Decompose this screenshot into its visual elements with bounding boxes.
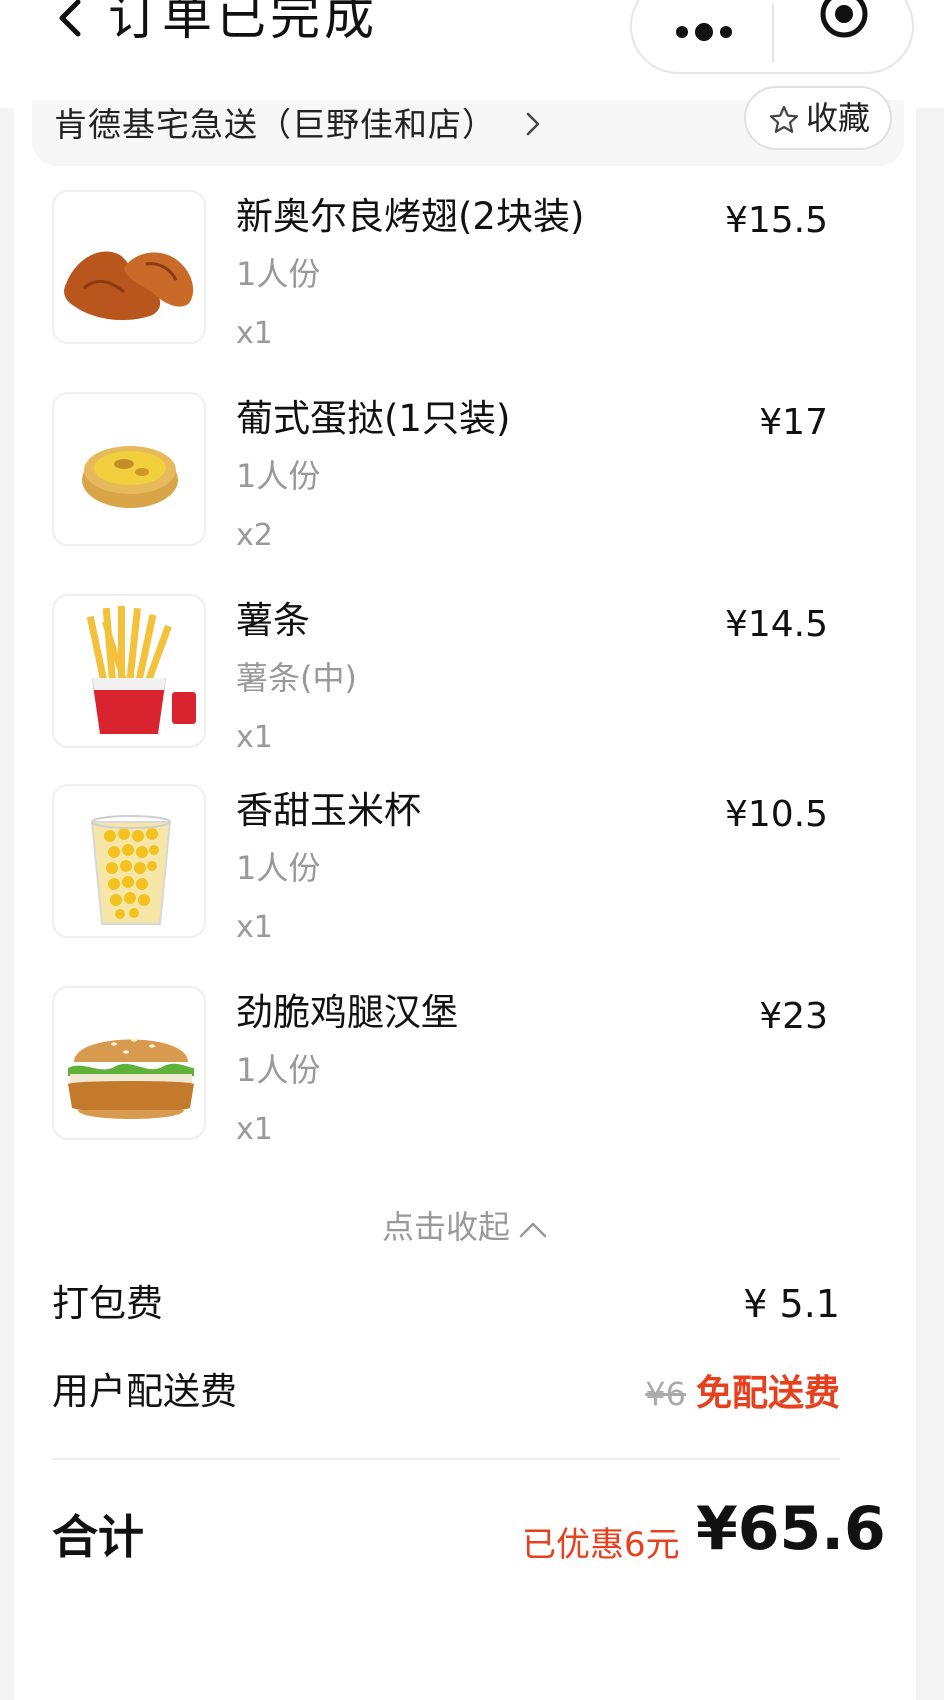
- store-name[interactable]: 肯德基宅急送（巨野佳和店）: [54, 100, 496, 150]
- product-name: 香甜玉米杯: [236, 789, 421, 832]
- product-price: ¥15.5: [724, 200, 828, 241]
- product-quantity: x1: [236, 910, 273, 945]
- product-spec: 1人份: [236, 457, 321, 495]
- chicken-wings-icon: [64, 251, 194, 321]
- close-miniprogram-icon[interactable]: [816, 0, 872, 42]
- list-item[interactable]: 薯条 薯条(中) x1 ¥14.5: [14, 594, 916, 755]
- product-price: ¥17: [759, 402, 828, 443]
- product-quantity: x2: [236, 518, 273, 553]
- total-label: 合计: [52, 1510, 144, 1564]
- total-amount: ¥65.6: [696, 1494, 886, 1564]
- product-name: 薯条: [236, 599, 310, 642]
- list-item[interactable]: 香甜玉米杯 1人份 x1 ¥10.5: [14, 784, 916, 945]
- store-header[interactable]: 肯德基宅急送（巨野佳和店） 收藏: [32, 86, 904, 166]
- chevron-up-icon: [519, 1222, 547, 1238]
- mini-program-capsule: [630, 0, 914, 74]
- product-name: 劲脆鸡腿汉堡: [236, 991, 458, 1034]
- product-price: ¥23: [759, 996, 828, 1037]
- product-price: ¥14.5: [724, 604, 828, 645]
- delivery-fee-original: ¥6: [645, 1375, 686, 1413]
- page-title: 订单已完成: [108, 0, 378, 46]
- delivery-fee-label: 用户配送费: [52, 1370, 237, 1413]
- free-delivery-label: 免配送费: [695, 1373, 840, 1414]
- egg-tart-icon: [82, 446, 178, 508]
- more-options-icon[interactable]: [674, 4, 764, 44]
- product-image: [52, 392, 206, 546]
- product-image: [52, 784, 206, 938]
- french-fries-icon: [86, 606, 196, 734]
- divider: [52, 1458, 840, 1460]
- back-arrow-icon[interactable]: [52, 0, 92, 40]
- product-spec: 1人份: [236, 849, 321, 887]
- list-item[interactable]: 新奥尔良烤翅(2块装) 1人份 x1 ¥15.5: [14, 190, 916, 351]
- product-quantity: x1: [236, 1112, 273, 1147]
- packing-fee-label: 打包费: [52, 1282, 163, 1325]
- product-image: [52, 594, 206, 748]
- product-spec: 1人份: [236, 255, 321, 293]
- order-card: 肯德基宅急送（巨野佳和店） 收藏 新奥尔良烤翅(2块装) 1人份 x1 ¥15.…: [14, 86, 916, 1700]
- capsule-divider: [772, 4, 774, 62]
- favorite-button[interactable]: 收藏: [744, 86, 892, 150]
- delivery-fee-row: 用户配送费 ¥6 免配送费: [52, 1366, 840, 1418]
- chicken-burger-icon: [68, 1038, 194, 1119]
- product-spec: 薯条(中): [236, 659, 357, 697]
- product-name: 新奥尔良烤翅(2块装): [236, 195, 585, 238]
- product-image: [52, 986, 206, 1140]
- favorite-label: 收藏: [806, 99, 871, 137]
- product-quantity: x1: [236, 720, 273, 755]
- product-image: [52, 190, 206, 344]
- list-item[interactable]: 葡式蛋挞(1只装) 1人份 x2 ¥17: [14, 392, 916, 553]
- discount-amount: 已优惠6元: [522, 1525, 680, 1565]
- product-name: 葡式蛋挞(1只装): [236, 397, 511, 440]
- packing-fee-row: 打包费 ¥ 5.1: [52, 1278, 840, 1330]
- product-price: ¥10.5: [724, 794, 828, 835]
- star-icon: [769, 105, 799, 133]
- packing-fee-value: ¥ 5.1: [743, 1282, 840, 1326]
- product-quantity: x1: [236, 316, 273, 351]
- product-spec: 1人份: [236, 1051, 321, 1089]
- chevron-right-icon[interactable]: [520, 111, 546, 137]
- collapse-toggle[interactable]: 点击收起: [14, 1204, 916, 1250]
- collapse-label: 点击收起: [381, 1208, 510, 1246]
- corn-cup-icon: [90, 815, 172, 925]
- list-item[interactable]: 劲脆鸡腿汉堡 1人份 x1 ¥23: [14, 986, 916, 1147]
- delivery-fee-value: ¥6 免配送费: [645, 1366, 840, 1420]
